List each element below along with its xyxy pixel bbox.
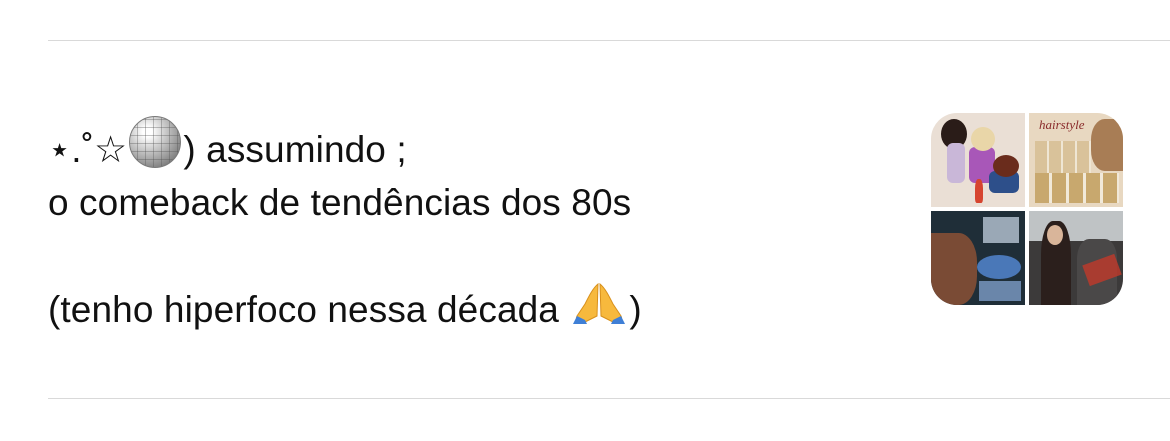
thumbnail-tile-hairstyle-magazine: hairstyle [1029, 113, 1123, 207]
line3-close: ) [629, 289, 642, 330]
attachment-thumbnail[interactable]: hairstyle [931, 113, 1123, 305]
line3-text: (tenho hiperfoco nessa década [48, 289, 570, 330]
folded-hands-icon [573, 282, 626, 324]
note-preview-text: ⋆.˚☆ ) assumindo ; o comeback de tendênci… [48, 116, 888, 336]
note-line-1: ⋆.˚☆ ) assumindo ; [48, 116, 888, 176]
thumbnail-tile-makeup-ad [931, 211, 1025, 305]
note-line-3: (tenho hiperfoco nessa década ) [48, 282, 888, 336]
sparkle-prefix: ⋆.˚☆ [48, 129, 128, 170]
bottom-divider [48, 398, 1170, 399]
mirror-ball-icon [129, 116, 182, 168]
line1-text: ) assumindo ; [183, 129, 407, 170]
thumbnail-tile-band-photo [1029, 211, 1123, 305]
hairstyle-caption: hairstyle [1039, 117, 1085, 132]
note-line-2: o comeback de tendências dos 80s [48, 182, 632, 223]
thumbnail-tile-women-photo [931, 113, 1025, 207]
note-list-item[interactable]: ⋆.˚☆ ) assumindo ; o comeback de tendênci… [0, 41, 1170, 398]
